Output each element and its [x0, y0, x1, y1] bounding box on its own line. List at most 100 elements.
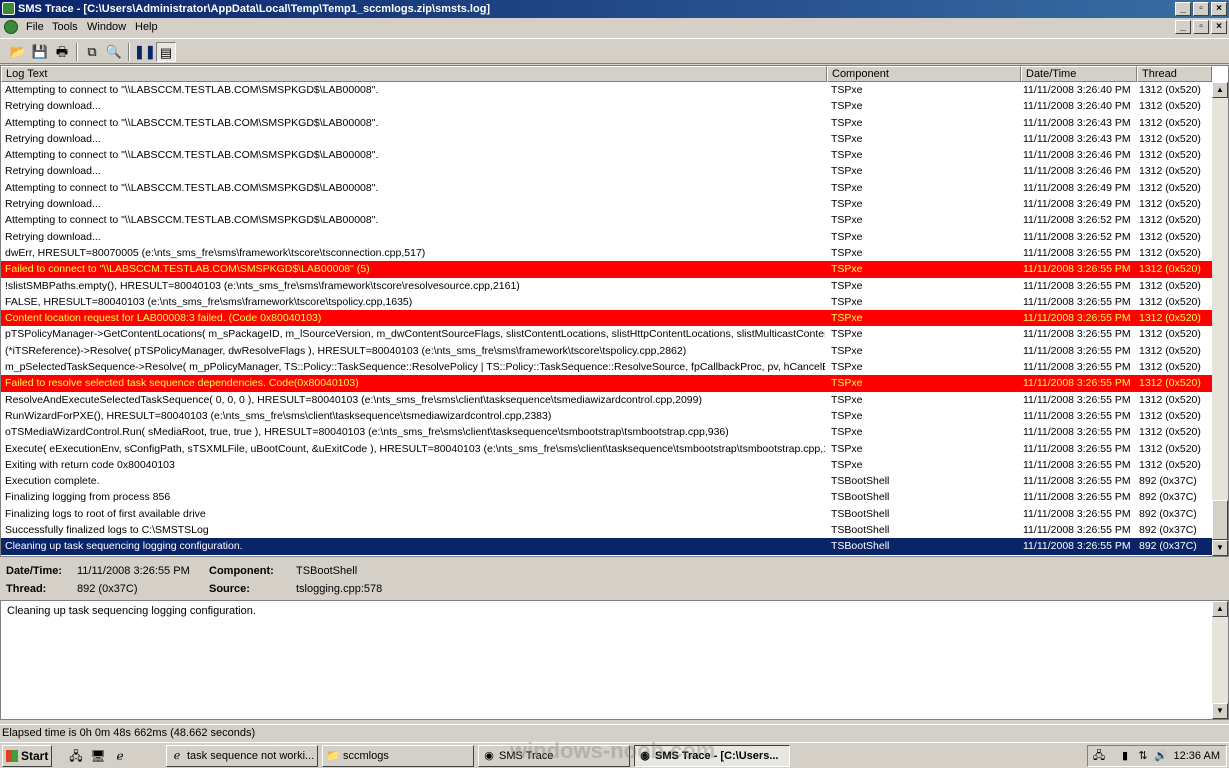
log-row[interactable]: m_pSelectedTaskSequence->Resolve( m_pPol… — [1, 359, 1212, 375]
task-ie-window[interactable]: ℯ task sequence not worki... — [166, 745, 318, 767]
column-component[interactable]: Component — [827, 66, 1021, 82]
app-icon[interactable] — [2, 2, 15, 15]
scroll-thumb[interactable] — [1212, 500, 1228, 540]
datetime-cell: 11/11/2008 3:26:55 PM — [1023, 507, 1131, 520]
quicklaunch-network-icon[interactable]: 🖧 — [68, 748, 84, 764]
tray-battery-icon[interactable]: ▮ — [1118, 749, 1132, 763]
log-row[interactable]: Retrying download... TSPxe 11/11/2008 3:26… — [1, 229, 1212, 245]
log-text-cell: Failed to resolve selected task sequence… — [5, 377, 359, 390]
log-row[interactable]: Retrying download... TSPxe 11/11/2008 3:26… — [1, 196, 1212, 212]
mdi-minimize-button[interactable]: _ — [1175, 20, 1191, 34]
system-tray: 🖧 ▮ ⇅ 🔊 12:36 AM — [1087, 745, 1227, 767]
component-cell: TSPxe — [831, 214, 863, 227]
log-text-cell: Retrying download... — [5, 100, 101, 113]
menu-file[interactable]: File — [22, 18, 48, 36]
log-row[interactable]: FALSE, HRESULT=80040103 (e:\nts_sms_fre\… — [1, 294, 1212, 310]
elapsed-time-text: Elapsed time is 0h 0m 48s 662ms (48.662 … — [2, 727, 256, 739]
print-icon[interactable]: 🖶 — [52, 42, 72, 62]
message-scroll-up-icon[interactable]: ▲ — [1212, 601, 1228, 617]
datetime-cell: 11/11/2008 3:26:55 PM — [1023, 540, 1131, 553]
column-log-text[interactable]: Log Text — [1, 66, 827, 82]
copy-icon[interactable]: ⧉ — [82, 42, 102, 62]
log-row[interactable]: Retrying download... TSPxe 11/11/2008 3:26… — [1, 163, 1212, 179]
log-row[interactable]: !slistSMBPaths.empty(), HRESULT=80040103… — [1, 278, 1212, 294]
component-cell: TSPxe — [831, 442, 863, 455]
quicklaunch-desktop-icon[interactable]: 🖥 — [90, 748, 106, 764]
component-cell: TSPxe — [831, 181, 863, 194]
tray-network-icon[interactable]: 🖧 — [1092, 749, 1106, 763]
message-scroll-down-icon[interactable]: ▼ — [1212, 703, 1228, 719]
maximize-button[interactable]: ▫ — [1193, 2, 1209, 16]
document-icon[interactable] — [4, 20, 18, 34]
component-cell: TSPxe — [831, 312, 863, 325]
thread-cell: 1312 (0x520) — [1139, 132, 1201, 145]
log-row[interactable]: Attempting to connect to "\\LABSCCM.TEST… — [1, 82, 1212, 98]
component-cell: TSPxe — [831, 344, 863, 357]
mdi-close-button[interactable]: × — [1211, 20, 1227, 34]
menu-tools[interactable]: Tools — [48, 18, 82, 36]
tray-volume-icon[interactable]: 🔊 — [1154, 749, 1168, 763]
tray-connection-icon[interactable]: ⇅ — [1136, 749, 1150, 763]
menu-window[interactable]: Window — [83, 18, 130, 36]
component-label: Component: — [209, 565, 274, 577]
log-row[interactable]: dwErr, HRESULT=80070005 (e:\nts_sms_fre\… — [1, 245, 1212, 261]
log-row[interactable]: oTSMediaWizardControl.Run( sMediaRoot, t… — [1, 424, 1212, 440]
log-row[interactable]: RunWizardForPXE(), HRESULT=80040103 (e:\… — [1, 408, 1212, 424]
close-button[interactable]: × — [1211, 2, 1227, 16]
minimize-button[interactable]: _ — [1175, 2, 1191, 16]
log-row[interactable]: ResolveAndExecuteSelectedTaskSequence( 0… — [1, 392, 1212, 408]
open-folder-icon[interactable]: 📂 — [8, 42, 28, 62]
datetime-cell: 11/11/2008 3:26:40 PM — [1023, 100, 1131, 113]
log-row[interactable]: Execution complete. TSBootShell 11/11/2008… — [1, 473, 1212, 489]
pause-icon[interactable]: ❚❚ — [134, 42, 156, 62]
scroll-down-icon[interactable]: ▼ — [1212, 540, 1228, 556]
log-row[interactable]: (*iTSReference)->Resolve( pTSPolicyManag… — [1, 343, 1212, 359]
details-pane-icon[interactable]: ▤ — [156, 42, 176, 62]
component-cell: TSPxe — [831, 230, 863, 243]
datetime-cell: 11/11/2008 3:26:46 PM — [1023, 165, 1131, 178]
quicklaunch-ie-icon[interactable]: ℯ — [112, 748, 128, 764]
component-cell: TSPxe — [831, 84, 863, 96]
task-sccmlogs-folder[interactable]: 📁 sccmlogs — [322, 745, 474, 767]
mdi-restore-button[interactable]: ▫ — [1193, 20, 1209, 34]
log-row[interactable]: Successfully finalized logs to C:\SMSTSL… — [1, 522, 1212, 538]
save-icon[interactable]: 💾 — [30, 42, 50, 62]
message-box[interactable]: Cleaning up task sequencing logging conf… — [0, 600, 1229, 720]
log-row[interactable]: Exiting with return code 0x80040103 TSPxe… — [1, 457, 1212, 473]
log-list[interactable]: Log Text Component Date/Time Thread Atte… — [0, 65, 1229, 557]
log-row[interactable]: Execute( eExecutionEnv, sConfigPath, sTS… — [1, 441, 1212, 457]
column-thread[interactable]: Thread — [1137, 66, 1212, 82]
find-icon[interactable]: 🔍 — [104, 42, 124, 62]
list-vertical-scrollbar[interactable]: ▲ ▼ — [1212, 82, 1228, 556]
column-datetime[interactable]: Date/Time — [1021, 66, 1137, 82]
menu-help[interactable]: Help — [131, 18, 162, 36]
thread-cell: 892 (0x37C) — [1139, 507, 1197, 520]
log-text-cell: Retrying download... — [5, 132, 101, 145]
log-row[interactable]: Finalizing logging from process 856 TSBoo… — [1, 489, 1212, 505]
log-row[interactable]: Finalizing logs to root of first availab… — [1, 506, 1212, 522]
log-row[interactable]: Cleaning up task sequencing logging conf… — [1, 538, 1212, 555]
log-row[interactable]: Attempting to connect to "\\LABSCCM.TEST… — [1, 115, 1212, 131]
log-row[interactable]: Failed to resolve selected task sequence… — [1, 375, 1212, 392]
datetime-cell: 11/11/2008 3:26:40 PM — [1023, 84, 1131, 96]
log-row[interactable]: pTSPolicyManager->GetContentLocations( m… — [1, 326, 1212, 342]
log-row[interactable]: Retrying download... TSPxe 11/11/2008 3:26… — [1, 131, 1212, 147]
component-cell: TSPxe — [831, 100, 863, 113]
start-button[interactable]: Start — [2, 745, 52, 767]
log-row[interactable]: Attempting to connect to "\\LABSCCM.TEST… — [1, 147, 1212, 163]
log-text-cell: Attempting to connect to "\\LABSCCM.TEST… — [5, 181, 379, 194]
scroll-up-icon[interactable]: ▲ — [1212, 82, 1228, 98]
window-titlebar[interactable]: SMS Trace - [C:\Users\Administrator\AppD… — [0, 0, 1229, 18]
log-text-cell: pTSPolicyManager->GetContentLocations( m… — [5, 328, 825, 341]
log-row[interactable]: Content location request for LAB00008:3 … — [1, 310, 1212, 327]
log-row[interactable]: Failed to connect to "\\LABSCCM.TESTLAB.… — [1, 261, 1212, 278]
datetime-cell: 11/11/2008 3:26:49 PM — [1023, 198, 1131, 211]
log-row[interactable]: Retrying download... TSPxe 11/11/2008 3:26… — [1, 98, 1212, 114]
log-row[interactable]: Attempting to connect to "\\LABSCCM.TEST… — [1, 212, 1212, 228]
component-cell: TSPxe — [831, 132, 863, 145]
log-text-cell: Content location request for LAB00008:3 … — [5, 312, 322, 325]
message-scrollbar[interactable]: ▲ ▼ — [1212, 601, 1228, 719]
clock[interactable]: 12:36 AM — [1174, 746, 1220, 766]
log-row[interactable]: Attempting to connect to "\\LABSCCM.TEST… — [1, 180, 1212, 196]
component-cell: TSPxe — [831, 263, 863, 276]
